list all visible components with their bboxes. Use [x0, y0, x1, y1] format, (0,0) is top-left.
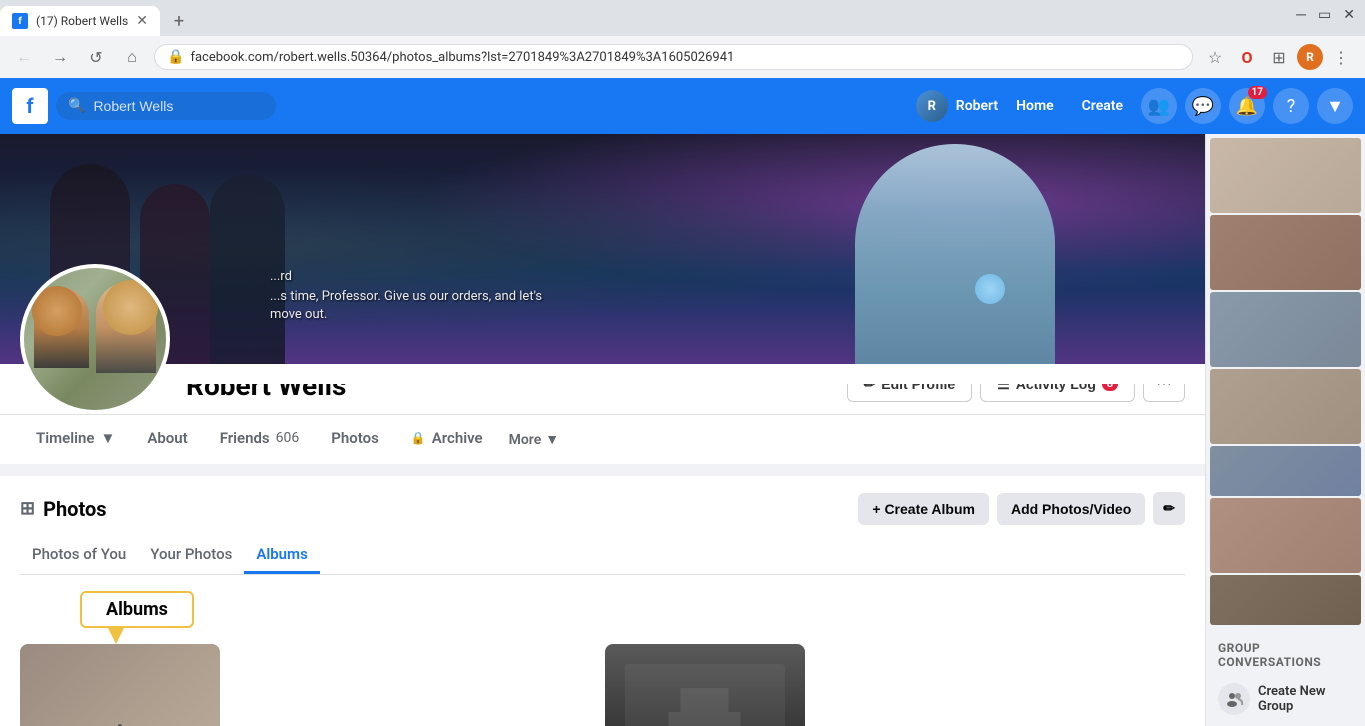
create-album-tile[interactable]: + + Create Album	[20, 644, 220, 726]
active-tab[interactable]: f (17) Robert Wells ✕	[0, 6, 160, 36]
toolbar-actions: ☆ O ⊞ R ⋮	[1201, 43, 1355, 71]
facebook-navbar: f 🔍 R Robert Home Create 👥 💬 🔔 17	[0, 78, 1365, 134]
url-text: facebook.com/robert.wells.50364/photos_a…	[190, 50, 1180, 65]
tab-favicon: f	[12, 13, 28, 29]
sidebar-color-block-3	[1210, 292, 1361, 367]
photos-section: ⊞ Photos + Create Album Add Photos/Video…	[0, 476, 1205, 726]
minimize-button[interactable]: ─	[1296, 6, 1306, 23]
group-conversations-section: GROUP CONVERSATIONS Create New Group 🔍	[1206, 629, 1365, 726]
close-button[interactable]: ✕	[1343, 7, 1355, 23]
photos-title: ⊞ Photos	[20, 497, 107, 521]
albums-callout-box: Albums	[80, 591, 194, 628]
nav-right-actions: R Robert Home Create 👥 💬 🔔 17 ? ▼	[916, 88, 1353, 124]
opera-icon[interactable]: O	[1233, 43, 1261, 71]
nav-photos[interactable]: Photos	[315, 415, 395, 464]
browser-user-avatar[interactable]: R	[1297, 44, 1323, 70]
nav-menu-icon[interactable]: ▼	[1317, 88, 1353, 124]
browser-toolbar: ← → ↺ ⌂ 🔒 facebook.com/robert.wells.5036…	[0, 36, 1365, 78]
notifications-badge: 17	[1248, 86, 1267, 99]
sidebar-color-block-6	[1210, 498, 1361, 573]
nav-user-avatar: R	[916, 90, 948, 122]
profile-avatar[interactable]	[20, 264, 170, 414]
nav-friends[interactable]: Friends 606	[204, 415, 316, 464]
create-album-plus-icon: +	[112, 715, 127, 726]
tab-albums[interactable]: Albums	[244, 537, 319, 574]
tab-close-icon[interactable]: ✕	[136, 13, 148, 29]
browser-menu-icon[interactable]: ⋮	[1327, 43, 1355, 71]
nav-archive[interactable]: 🔒 Archive	[395, 415, 499, 464]
profile-section: Robert Wells ✏ Edit Profile ☰ Activity L…	[0, 364, 1205, 464]
nav-home-link[interactable]: Home	[1006, 92, 1064, 120]
photo-grid: + + Create Album Rocky Butte 1 Post · 2 …	[20, 644, 1185, 726]
sidebar-color-block-1	[1210, 138, 1361, 213]
tab-your-photos[interactable]: Your Photos	[138, 537, 244, 574]
bookmark-icon[interactable]: ☆	[1201, 43, 1229, 71]
sidebar-color-block-2	[1210, 215, 1361, 290]
search-input[interactable]	[93, 98, 264, 114]
tab-title: (17) Robert Wells	[36, 14, 128, 28]
cover-area: ...rd ...s time, Professor. Give us our …	[0, 134, 1205, 464]
nav-messenger-icon[interactable]: 💬	[1185, 88, 1221, 124]
archive-lock-icon: 🔒	[411, 431, 426, 445]
search-icon: 🔍	[68, 98, 85, 114]
facebook-search-bar[interactable]: 🔍	[56, 92, 276, 120]
nav-more-chevron-icon: ▼	[545, 431, 559, 448]
create-new-group-label: Create New Group	[1258, 684, 1353, 714]
sidebar-color-block-4	[1210, 369, 1361, 444]
album-rocky-butte[interactable]: Rocky Butte 1 Post · 2 Items · Friends ·…	[605, 644, 805, 726]
photos-icon: ⊞	[20, 498, 35, 519]
security-lock-icon: 🔒	[167, 49, 184, 65]
tab-photos-of-you[interactable]: Photos of You	[20, 537, 138, 574]
facebook-logo-icon[interactable]: f	[12, 88, 48, 124]
main-content: ...rd ...s time, Professor. Give us our …	[0, 134, 1205, 726]
nav-create-link[interactable]: Create	[1072, 92, 1133, 120]
nav-timeline[interactable]: Timeline ▼	[20, 415, 131, 464]
home-button[interactable]: ⌂	[118, 43, 146, 71]
new-tab-button[interactable]: +	[164, 6, 194, 36]
add-photos-button[interactable]: Add Photos/Video	[997, 493, 1145, 525]
albums-callout-arrow	[108, 628, 124, 644]
nav-notifications-icon[interactable]: 🔔 17	[1229, 88, 1265, 124]
address-bar[interactable]: 🔒 facebook.com/robert.wells.50364/photos…	[154, 44, 1193, 70]
create-new-group-item[interactable]: Create New Group	[1218, 677, 1353, 721]
nav-friends-icon[interactable]: 👥	[1141, 88, 1177, 124]
nav-help-icon[interactable]: ?	[1273, 88, 1309, 124]
nav-about[interactable]: About	[131, 415, 203, 464]
profile-navigation: Timeline ▼ About Friends 606 Photos	[0, 414, 1205, 464]
maximize-button[interactable]: ▭	[1318, 7, 1331, 23]
extensions-icon[interactable]: ⊞	[1265, 43, 1293, 71]
cover-photo: ...rd ...s time, Professor. Give us our …	[0, 134, 1205, 364]
group-conversations-title: GROUP CONVERSATIONS	[1218, 641, 1353, 669]
photo-tabs: Photos of You Your Photos Albums	[20, 537, 1185, 575]
nav-user-name: Robert	[956, 98, 998, 114]
photos-header-actions: + Create Album Add Photos/Video ✏	[858, 492, 1185, 525]
edit-photos-button[interactable]: ✏	[1153, 492, 1185, 525]
sidebar-color-block-7	[1210, 575, 1361, 625]
nav-user-profile[interactable]: R Robert	[916, 90, 998, 122]
create-album-button[interactable]: + Create Album	[858, 493, 989, 525]
right-sidebar: GROUP CONVERSATIONS Create New Group 🔍	[1205, 134, 1365, 726]
nav-more-button[interactable]: More ▼	[499, 415, 569, 464]
reload-button[interactable]: ↺	[82, 43, 110, 71]
timeline-chevron-icon: ▼	[100, 429, 115, 447]
forward-button[interactable]: →	[46, 43, 74, 71]
sidebar-color-block-5	[1210, 446, 1361, 496]
window-controls: ─ ▭ ✕	[1296, 6, 1355, 23]
back-button[interactable]: ←	[10, 43, 38, 71]
sidebar-color-blocks	[1206, 134, 1365, 629]
photos-header: ⊞ Photos + Create Album Add Photos/Video…	[20, 492, 1185, 525]
create-group-avatar-icon	[1218, 683, 1250, 715]
